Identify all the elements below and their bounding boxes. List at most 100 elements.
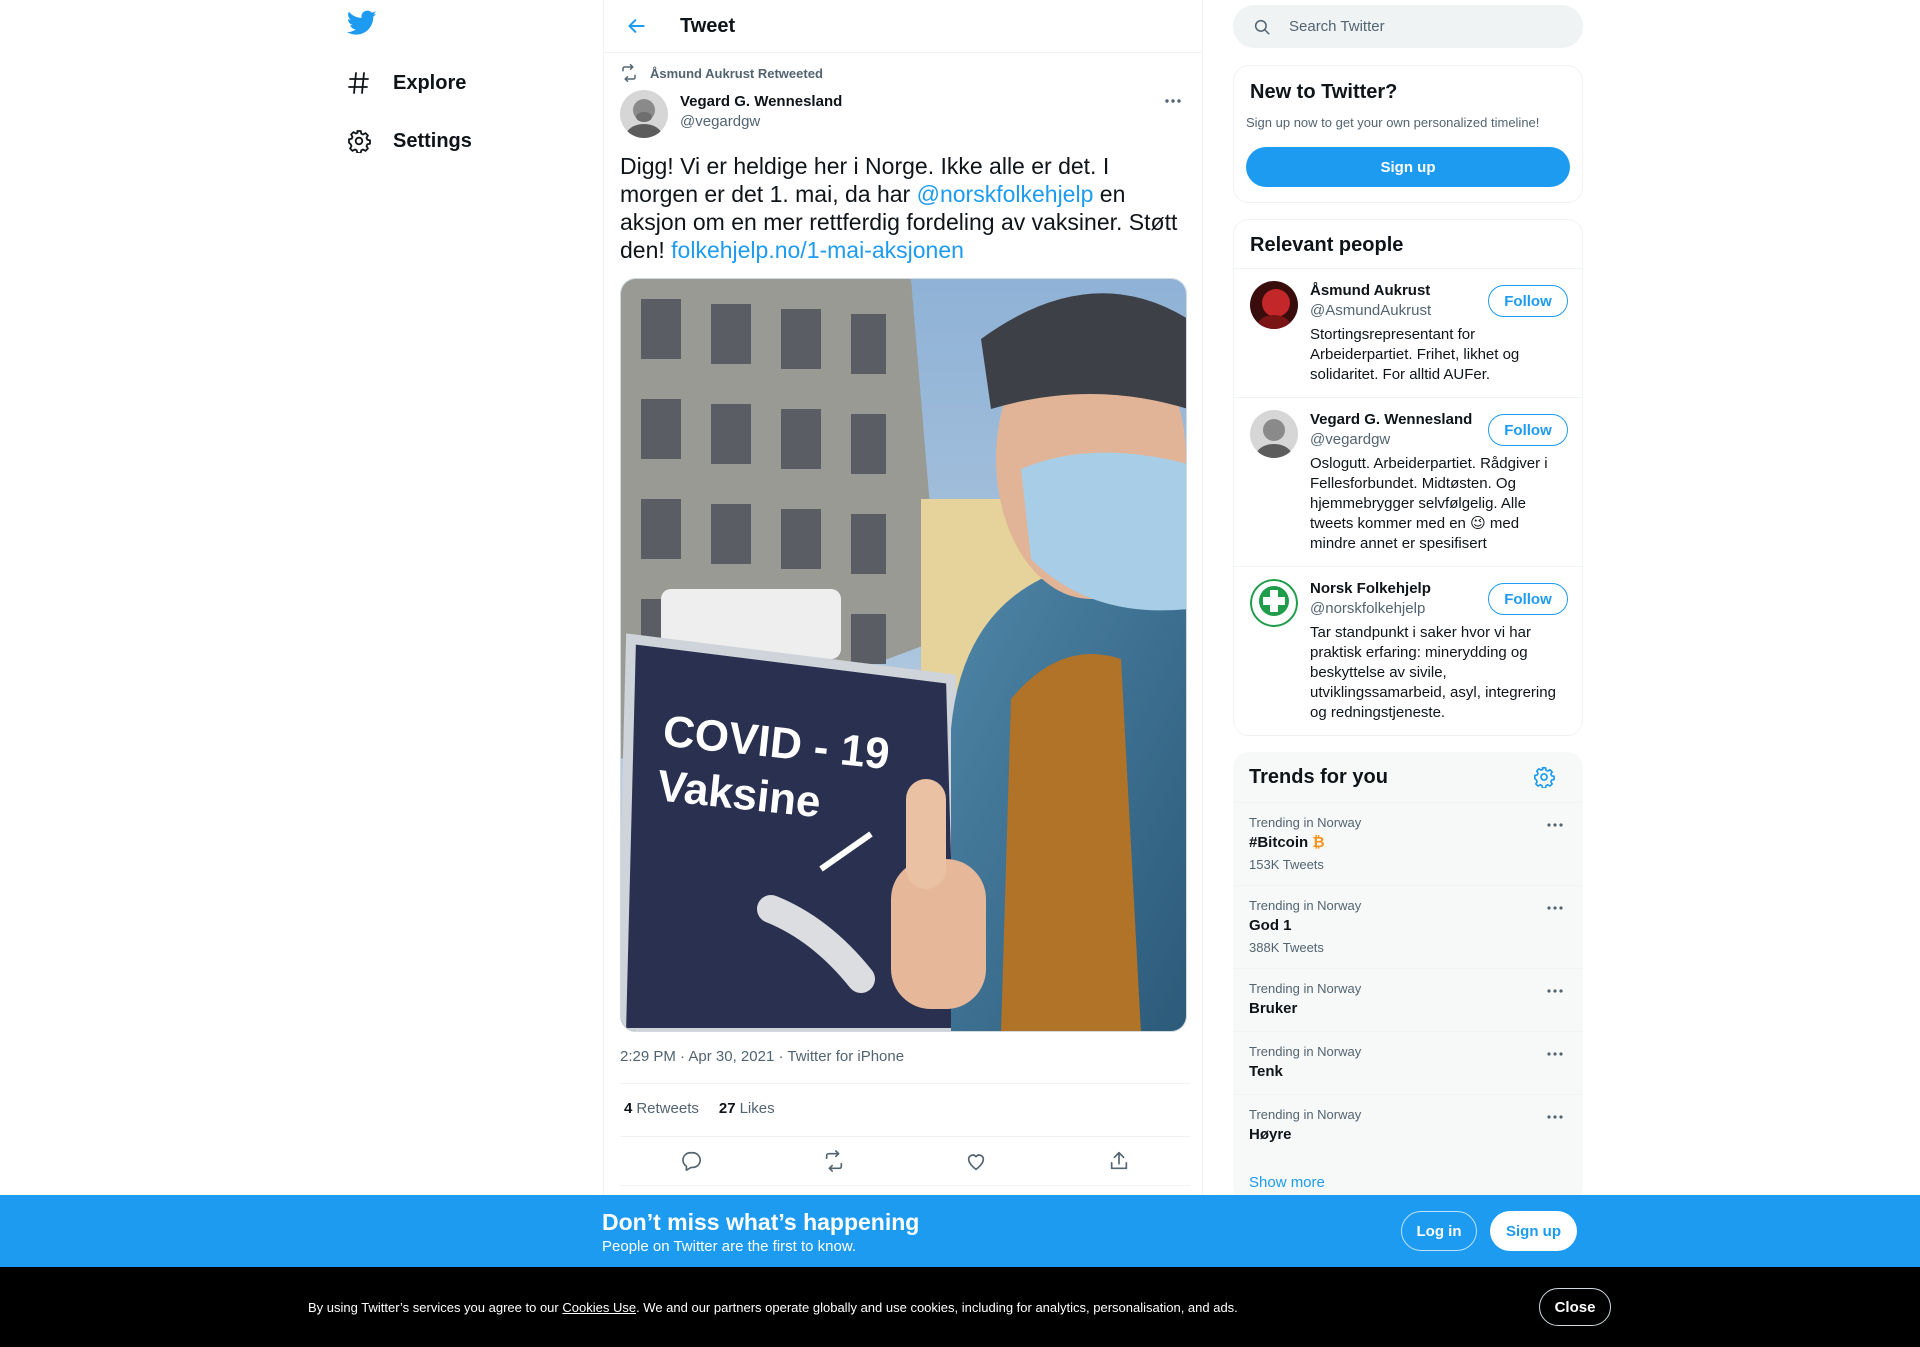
- follow-button[interactable]: Follow: [1488, 414, 1568, 446]
- share-button[interactable]: [1102, 1144, 1136, 1178]
- more-options-button[interactable]: [1156, 90, 1190, 112]
- trend-item[interactable]: Trending in Norway Bruker: [1233, 968, 1583, 1031]
- likes-count: 27: [718, 1100, 736, 1117]
- retweet-button[interactable]: [817, 1144, 851, 1178]
- avatar[interactable]: [1250, 410, 1298, 458]
- retweets-label: Retweets: [636, 1100, 699, 1117]
- retweet-icon: [823, 1150, 845, 1172]
- trend-context: Trending in Norway: [1249, 981, 1362, 996]
- author-handle[interactable]: @vegardgw: [680, 112, 842, 132]
- arrow-left-icon: [627, 16, 647, 36]
- person-bio: Oslogutt. Arbeiderpartiet. Rådgiver i Fe…: [1310, 454, 1560, 554]
- nav-label-explore: Explore: [393, 71, 467, 94]
- person-norsk-folkehjelp[interactable]: Norsk Folkehjelp @norskfolkehjelp Tar st…: [1234, 567, 1582, 735]
- gear-icon[interactable]: [1533, 766, 1557, 790]
- divider: [620, 1185, 1190, 1186]
- relevant-people-title: Relevant people: [1250, 234, 1404, 256]
- heart-icon: [965, 1150, 987, 1172]
- relevant-people-card: Relevant people Åsmund Aukrust @AsmundAu…: [1233, 219, 1583, 736]
- share-icon: [1108, 1150, 1130, 1172]
- more-dots-icon[interactable]: [1543, 981, 1567, 1001]
- tweet-column: Tweet Åsmund Aukrust Retweeted Vegard G.…: [603, 0, 1203, 1347]
- tweet-date[interactable]: Apr 30, 2021: [688, 1048, 774, 1065]
- trend-name: God 1: [1249, 917, 1292, 934]
- cookie-text: By using Twitter’s services you agree to…: [308, 1300, 1238, 1315]
- author-name[interactable]: Vegard G. Wennesland: [680, 92, 842, 112]
- nav-item-settings[interactable]: Settings: [345, 116, 472, 166]
- log-in-button[interactable]: Log in: [1401, 1211, 1477, 1251]
- norsk-folkehjelp-logo[interactable]: [1250, 579, 1298, 627]
- trend-name: Bruker: [1249, 1000, 1298, 1017]
- tweet-author: Vegard G. Wennesland @vegardgw: [620, 90, 1190, 138]
- follow-button[interactable]: Follow: [1488, 583, 1568, 615]
- more-dots-icon[interactable]: [1543, 1044, 1567, 1064]
- trends-card: Trends for you Trending in Norway #Bitco…: [1233, 752, 1583, 1202]
- like-button[interactable]: [959, 1144, 993, 1178]
- show-more-link[interactable]: Show more: [1249, 1174, 1325, 1191]
- search-input[interactable]: [1289, 18, 1549, 35]
- trend-context: Trending in Norway: [1249, 1107, 1362, 1122]
- trends-title: Trends for you: [1249, 766, 1388, 788]
- trend-count: 153K Tweets: [1249, 857, 1324, 872]
- cookies-use-link[interactable]: Cookies Use: [562, 1300, 636, 1315]
- trend-item[interactable]: Trending in Norway Tenk: [1233, 1031, 1583, 1094]
- follow-button[interactable]: Follow: [1488, 285, 1568, 317]
- mention-link[interactable]: @norskfolkehjelp: [917, 181, 1094, 207]
- back-button[interactable]: [620, 9, 654, 43]
- more-dots-icon: [1164, 98, 1182, 104]
- retweet-context[interactable]: Åsmund Aukrust Retweeted: [620, 64, 823, 82]
- trend-count: 388K Tweets: [1249, 940, 1324, 955]
- trend-name: Høyre: [1249, 1126, 1292, 1143]
- retweets-stat[interactable]: 4 Retweets: [624, 1100, 699, 1117]
- tweet-header: Tweet: [604, 0, 1202, 53]
- banner-subtitle: People on Twitter are the first to know.: [602, 1238, 857, 1255]
- tweet-time[interactable]: 2:29 PM: [620, 1048, 676, 1065]
- person-asmund-aukrust[interactable]: Åsmund Aukrust @AsmundAukrust Stortingsr…: [1234, 269, 1582, 397]
- tweet-actions: [620, 1146, 1190, 1176]
- divider: [620, 1136, 1190, 1137]
- new-to-twitter-subtitle: Sign up now to get your own personalized…: [1246, 115, 1540, 130]
- close-button[interactable]: Close: [1539, 1288, 1611, 1326]
- twitter-bird-icon[interactable]: [346, 10, 381, 44]
- cookie-text-part-1: By using Twitter’s services you agree to…: [308, 1300, 563, 1315]
- trend-context: Trending in Norway: [1249, 815, 1362, 830]
- url-link[interactable]: folkehjelp.no/1-mai-aksjonen: [671, 237, 964, 263]
- tweet-source[interactable]: Twitter for iPhone: [787, 1048, 904, 1065]
- trend-name-text: #Bitcoin: [1249, 834, 1309, 851]
- trend-context: Trending in Norway: [1249, 898, 1362, 913]
- trend-item[interactable]: Trending in Norway Høyre: [1233, 1094, 1583, 1157]
- cookie-text-part-2: . We and our partners operate globally a…: [636, 1300, 1238, 1315]
- page-title: Tweet: [680, 14, 736, 37]
- more-dots-icon[interactable]: [1543, 815, 1567, 835]
- divider: [620, 1083, 1190, 1084]
- tweet-photo[interactable]: COVID - 19 Vaksine: [620, 278, 1187, 1032]
- hashtag-icon: [345, 69, 373, 97]
- trend-item[interactable]: Trending in Norway God 1 388K Tweets: [1233, 885, 1583, 968]
- new-to-twitter-card: New to Twitter? Sign up now to get your …: [1233, 65, 1583, 203]
- tweet-text: Digg! Vi er heldige her i Norge. Ikke al…: [620, 152, 1190, 264]
- reply-icon: [680, 1150, 702, 1172]
- retweets-count: 4: [624, 1100, 633, 1117]
- avatar[interactable]: [1250, 281, 1298, 329]
- more-dots-icon[interactable]: [1543, 898, 1567, 918]
- person-bio: Stortingsrepresentant for Arbeiderpartie…: [1310, 326, 1520, 383]
- sign-up-button[interactable]: Sign up: [1246, 147, 1570, 187]
- signup-banner: Don’t miss what’s happening People on Tw…: [0, 1195, 1920, 1267]
- likes-label: Likes: [739, 1100, 775, 1117]
- retweet-icon: [620, 64, 638, 82]
- search-icon: [1253, 18, 1271, 36]
- author-avatar[interactable]: [620, 90, 668, 138]
- cookie-consent-bar: By using Twitter’s services you agree to…: [0, 1267, 1920, 1347]
- retweet-context-label: Åsmund Aukrust Retweeted: [650, 65, 823, 81]
- trend-item[interactable]: Trending in Norway #Bitcoin ₿ 153K Tweet…: [1233, 802, 1583, 885]
- person-vegard-wennesland[interactable]: Vegard G. Wennesland @vegardgw Oslogutt.…: [1234, 398, 1582, 566]
- banner-sign-up-button[interactable]: Sign up: [1490, 1211, 1577, 1251]
- likes-stat[interactable]: 27 Likes: [719, 1100, 775, 1117]
- more-dots-icon[interactable]: [1543, 1107, 1567, 1127]
- reply-button[interactable]: [674, 1144, 708, 1178]
- tweet-stats: 4 Retweets 27 Likes: [624, 1100, 795, 1117]
- gear-icon: [345, 127, 373, 155]
- nav-item-explore[interactable]: Explore: [345, 58, 466, 108]
- search-box[interactable]: [1233, 5, 1583, 48]
- tweet-timestamp: 2:29 PM · Apr 30, 2021 · Twitter for iPh…: [620, 1048, 905, 1065]
